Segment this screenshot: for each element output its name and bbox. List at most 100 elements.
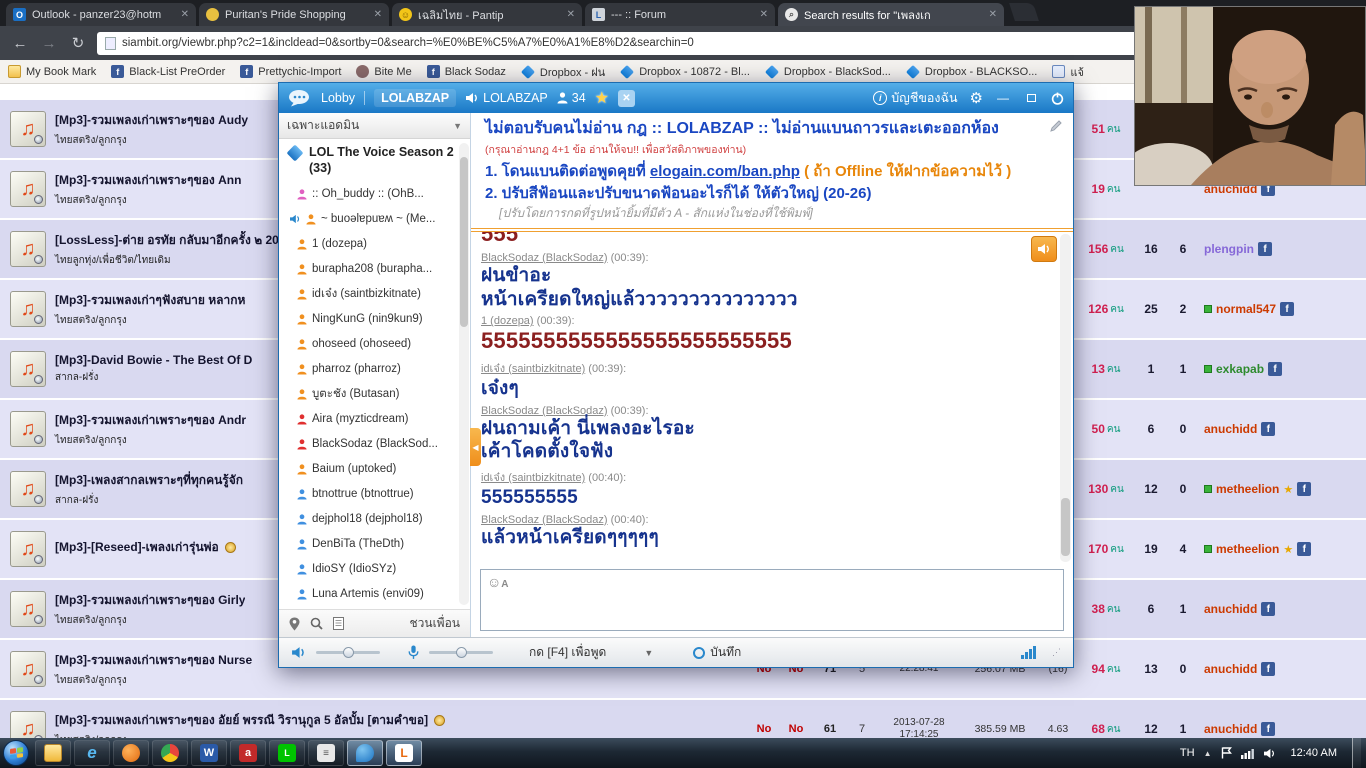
music-category-icon[interactable]: ♫: [10, 411, 46, 447]
bookmark-item[interactable]: Bite Me: [356, 65, 412, 78]
torrent-title-link[interactable]: [Mp3]-เพลงสากลเพราะๆที่ทุกคนรู้จัก: [55, 471, 243, 490]
language-indicator[interactable]: TH: [1180, 747, 1195, 759]
bookmark-item[interactable]: My Book Mark: [8, 65, 96, 78]
bookmark-item[interactable]: แจ้: [1052, 63, 1084, 81]
hidden-icons-chevron[interactable]: ▲: [1204, 749, 1212, 758]
tab-close-icon[interactable]: ✕: [760, 9, 768, 20]
facebook-icon[interactable]: f: [1280, 302, 1295, 316]
music-category-icon[interactable]: ♫: [10, 351, 46, 387]
tab-close-icon[interactable]: ✕: [989, 9, 997, 20]
power-button[interactable]: [1051, 92, 1064, 105]
taskbar-app-button[interactable]: L: [269, 740, 305, 766]
taskbar-app-button[interactable]: a: [230, 740, 266, 766]
bookmark-item[interactable]: f Black-List PreOrder: [111, 65, 225, 78]
taskbar-app-button[interactable]: e: [74, 740, 110, 766]
user-list-item[interactable]: :: Oh_buddy :: (OhB...: [287, 182, 456, 207]
user-list-item[interactable]: NingKunG (nin9kun9): [287, 307, 456, 332]
webcam-video[interactable]: [1134, 6, 1366, 186]
user-list-item[interactable]: ~ buoəlɐpuɐʍ ~ (Me...: [287, 207, 456, 232]
forward-button[interactable]: →: [39, 35, 59, 52]
bookmark-item[interactable]: Dropbox - BLACKSO...: [905, 64, 1037, 79]
bookmark-item[interactable]: Dropbox - BlackSod...: [764, 64, 891, 79]
torrent-title-link[interactable]: [Mp3]-รวมเพลงเก่าเพราะๆของ Andr: [55, 411, 246, 430]
userlist-scrollbar[interactable]: [459, 143, 469, 605]
uploader-link[interactable]: anuchidd: [1204, 662, 1257, 676]
tab-close-icon[interactable]: ✕: [567, 9, 575, 20]
ptt-dropdown-icon[interactable]: ▼: [644, 648, 653, 658]
volume-icon[interactable]: [1263, 748, 1276, 759]
facebook-icon[interactable]: f: [1261, 662, 1276, 676]
facebook-icon[interactable]: f: [1261, 422, 1276, 436]
tab-room-lolabzap[interactable]: LOLABZAP: [374, 89, 457, 107]
admin-filter-dropdown[interactable]: เฉพาะแอดมิน ▼: [279, 113, 470, 139]
reload-button[interactable]: ↻: [68, 34, 88, 52]
message-author[interactable]: BlackSodaz (BlackSodaz) (00:40):: [481, 514, 1053, 526]
torrent-title-link[interactable]: [Mp3]-David Bowie - The Best Of D: [55, 353, 252, 367]
user-list-item[interactable]: Luna Artemis (envi09): [287, 582, 456, 607]
taskbar-app-button[interactable]: [35, 740, 71, 766]
taskbar-app-button[interactable]: [113, 740, 149, 766]
invite-friends-button[interactable]: ชวนเพื่อน: [409, 614, 460, 633]
taskbar-app-button[interactable]: [152, 740, 188, 766]
settings-gear-icon[interactable]: ⚙: [970, 89, 983, 107]
start-button[interactable]: [3, 740, 29, 766]
network-icon[interactable]: [1240, 748, 1254, 759]
chat-titlebar[interactable]: Lobby LOLABZAP LOLABZAP 34 ★ ✕ i บัญชีขอ…: [279, 83, 1073, 113]
torrent-title-link[interactable]: [Mp3]-รวมเพลงเก่าเพราะๆของ Nurse: [55, 651, 252, 670]
user-list-item[interactable]: Aira (myzticdream): [287, 407, 456, 432]
action-center-flag-icon[interactable]: [1221, 747, 1232, 759]
message-author[interactable]: BlackSodaz (BlackSodaz) (00:39):: [481, 252, 1053, 264]
uploader-link[interactable]: exkapab: [1216, 362, 1264, 376]
room-close-button[interactable]: ✕: [618, 89, 635, 107]
speaker-volume-icon[interactable]: [291, 646, 306, 659]
microphone-icon[interactable]: [408, 645, 419, 660]
user-list-item[interactable]: BlackSodaz (BlackSod...: [287, 432, 456, 457]
browser-tab[interactable]: O Outlook - panzer23@hotm ✕: [6, 3, 196, 26]
uploader-link[interactable]: plengpin: [1204, 242, 1254, 256]
user-list-item[interactable]: idเจ๋ง (saintbizkitnate): [287, 282, 456, 307]
music-category-icon[interactable]: ♫: [10, 471, 46, 507]
bookmark-item[interactable]: Dropbox - ฝน: [520, 63, 605, 81]
user-list-item[interactable]: pharroz (pharroz): [287, 357, 456, 382]
taskbar-app-button[interactable]: [347, 740, 383, 766]
tab-close-icon[interactable]: ✕: [181, 9, 189, 20]
volume-slider[interactable]: [316, 647, 380, 658]
taskbar-app-button[interactable]: W: [191, 740, 227, 766]
message-author[interactable]: idเจ๋ง (saintbizkitnate) (00:40):: [481, 468, 1053, 486]
message-author[interactable]: 1 (dozepa) (00:39):: [481, 315, 1053, 327]
room-sound-button[interactable]: [1031, 236, 1057, 263]
bookmark-item[interactable]: f Black Sodaz: [426, 65, 506, 78]
search-icon[interactable]: [310, 617, 323, 630]
edit-topic-icon[interactable]: [1049, 119, 1063, 138]
bookmark-item[interactable]: Dropbox - 10872 - Bl...: [620, 64, 750, 79]
location-pin-icon[interactable]: [289, 617, 300, 631]
url-text[interactable]: siambit.org/viewbr.php?c2=1&incldead=0&s…: [122, 37, 694, 49]
favorite-star-icon[interactable]: ★: [595, 88, 609, 108]
user-list-item[interactable]: บูตะชัง (Butasan): [287, 382, 456, 407]
uploader-link[interactable]: metheelion: [1216, 482, 1279, 496]
music-category-icon[interactable]: ♫: [10, 591, 46, 627]
user-list-item[interactable]: btnottrue (btnottrue): [287, 482, 456, 507]
minimize-button[interactable]: —: [995, 91, 1011, 105]
bookmark-item[interactable]: f Prettychic-Import: [240, 65, 341, 78]
user-list-item[interactable]: ohoseed (ohoseed): [287, 332, 456, 357]
uploader-link[interactable]: anuchidd: [1204, 602, 1257, 616]
facebook-icon[interactable]: f: [1297, 482, 1312, 496]
record-button[interactable]: บันทึก: [693, 643, 741, 662]
room-audio-indicator[interactable]: LOLABZAP: [465, 91, 548, 105]
music-category-icon[interactable]: ♫: [10, 531, 46, 567]
browser-tab[interactable]: ⌕ Search results for "เพลงเก ✕: [778, 3, 1004, 26]
uploader-link[interactable]: anuchidd: [1204, 722, 1257, 736]
emoticon-font-button[interactable]: ☺A: [487, 574, 509, 590]
messages-scrollbar[interactable]: [1060, 234, 1071, 562]
torrent-title-link[interactable]: [Mp3]-รวมเพลงเก่าเพราะๆของ อัยย์ พรรณี ว…: [55, 711, 428, 730]
tab-close-icon[interactable]: ✕: [374, 9, 382, 20]
torrent-title-link[interactable]: [LossLess]-ต่าย อรทัย กลับมาอีกครั้ง ๒ 2…: [55, 231, 292, 250]
facebook-icon[interactable]: f: [1258, 242, 1272, 256]
browser-tab[interactable]: ☺ เฉลิมไทย - Pantip ✕: [392, 3, 582, 26]
message-author[interactable]: idเจ๋ง (saintbizkitnate) (00:39):: [481, 359, 1053, 377]
user-list-item[interactable]: dejphol18 (dejphol18): [287, 507, 456, 532]
taskbar-app-button[interactable]: ≡: [308, 740, 344, 766]
facebook-icon[interactable]: f: [1261, 722, 1276, 736]
push-to-talk-label[interactable]: กด [F4] เพื่อพูด: [529, 643, 606, 662]
